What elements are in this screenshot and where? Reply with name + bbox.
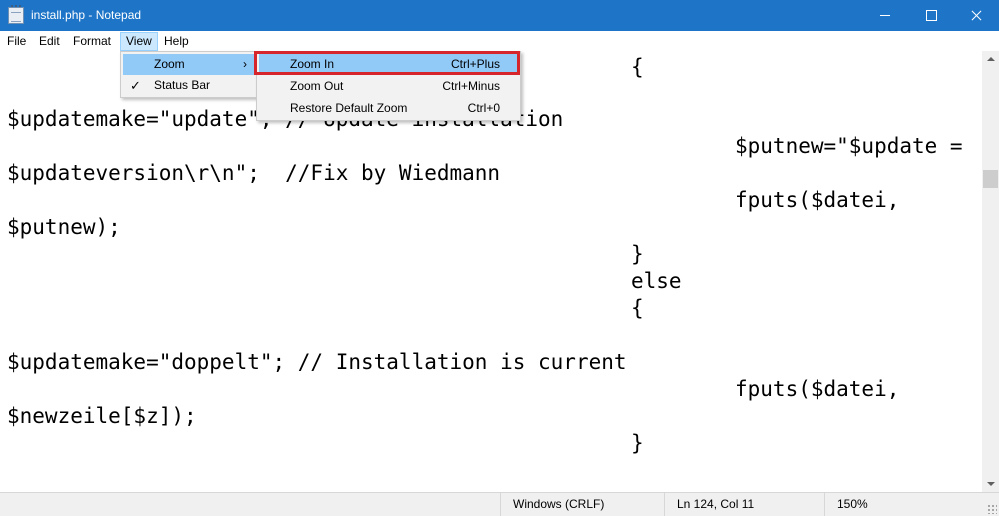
- close-button[interactable]: [953, 0, 999, 31]
- code-line: fputs($datei,: [735, 188, 900, 212]
- menu-format[interactable]: Format: [68, 32, 116, 51]
- status-zoom-level: 150%: [824, 493, 984, 516]
- menu-item-label: Zoom Out: [290, 79, 344, 93]
- code-line: fputs($datei,: [735, 377, 900, 401]
- status-cursor-position: Ln 124, Col 11: [664, 493, 824, 516]
- checkmark-icon: ✓: [130, 78, 141, 93]
- code-line: {: [631, 296, 644, 320]
- resize-grip-icon[interactable]: [987, 504, 997, 514]
- menu-item-shortcut: Ctrl+Minus: [442, 79, 500, 93]
- menu-item-shortcut: Ctrl+0: [467, 101, 500, 115]
- code-line: $newzeile[$z]);: [7, 404, 197, 428]
- scroll-down-arrow-icon[interactable]: [982, 475, 999, 492]
- menu-bar: File Edit Format View Help: [0, 31, 999, 51]
- menu-help[interactable]: Help: [159, 32, 194, 51]
- status-bar: Windows (CRLF) Ln 124, Col 11 150%: [0, 492, 999, 516]
- maximize-button[interactable]: [908, 0, 954, 31]
- notepad-icon: [8, 5, 24, 24]
- code-line: $updateversion\r\n"; //Fix by Wiedmann: [7, 161, 501, 185]
- window-title: install.php - Notepad: [31, 8, 142, 22]
- code-line: else: [631, 269, 682, 293]
- zoom-menu-item-zoom-out[interactable]: Zoom Out Ctrl+Minus: [259, 76, 518, 97]
- code-line: }: [631, 242, 644, 266]
- vertical-scrollbar[interactable]: [982, 51, 999, 492]
- menu-view[interactable]: View: [120, 32, 158, 51]
- view-menu-dropdown: Zoom › ✓ Status Bar: [120, 51, 257, 98]
- code-line: }: [631, 431, 644, 455]
- zoom-in-highlight-outline: [254, 51, 520, 75]
- code-line: {: [631, 55, 644, 79]
- menu-item-label: Status Bar: [154, 78, 211, 92]
- scroll-thumb[interactable]: [983, 170, 998, 188]
- code-line: $updatemake="doppelt"; // Installation i…: [7, 350, 627, 374]
- chevron-right-icon: ›: [243, 57, 247, 71]
- zoom-menu-item-restore-default[interactable]: Restore Default Zoom Ctrl+0: [259, 98, 518, 119]
- menu-item-label: Zoom: [154, 57, 185, 71]
- menu-item-label: Restore Default Zoom: [290, 101, 408, 115]
- code-line: $putnew="$update =: [735, 134, 963, 158]
- title-bar: install.php - Notepad: [0, 0, 999, 31]
- code-line: $putnew);: [7, 215, 121, 239]
- view-menu-item-status-bar[interactable]: ✓ Status Bar: [123, 75, 254, 96]
- scroll-up-arrow-icon[interactable]: [982, 51, 999, 68]
- menu-edit[interactable]: Edit: [34, 32, 65, 51]
- minimize-button[interactable]: [862, 0, 908, 31]
- view-menu-item-zoom[interactable]: Zoom ›: [123, 54, 254, 75]
- status-line-ending: Windows (CRLF): [500, 493, 664, 516]
- menu-file[interactable]: File: [2, 32, 31, 51]
